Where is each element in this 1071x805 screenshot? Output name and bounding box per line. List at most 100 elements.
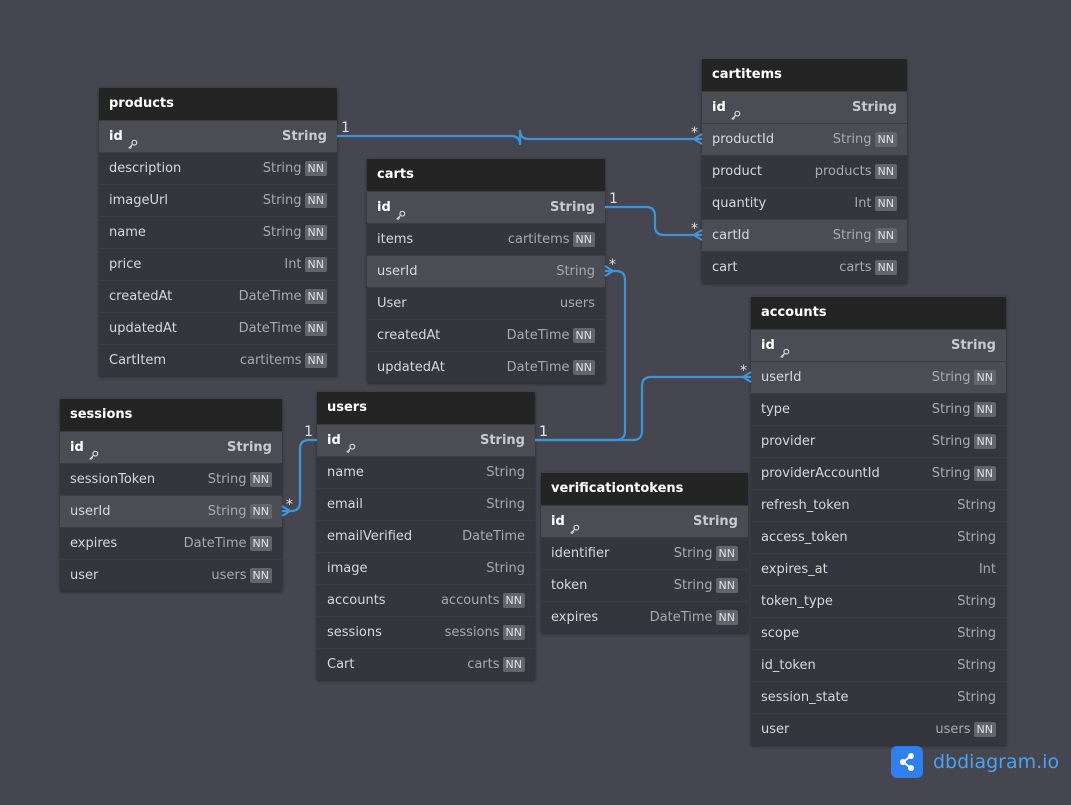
relationship-line[interactable] xyxy=(282,438,317,513)
field-name: CartItem xyxy=(109,345,166,377)
field-row-sessions[interactable]: sessions sessions NN xyxy=(317,616,535,648)
field-row-price[interactable]: price Int NN xyxy=(99,248,337,280)
field-name: expires xyxy=(551,602,598,634)
field-row-session_state[interactable]: session_state String xyxy=(751,681,1006,713)
relationship-1[interactable]: 1* xyxy=(605,191,703,241)
field-row-identifier[interactable]: identifier String NN xyxy=(541,537,748,569)
table-cartitems[interactable]: cartitems id String productId String NN produc… xyxy=(702,59,907,283)
table-accounts[interactable]: accounts id String userId String NN type String… xyxy=(751,297,1006,745)
cardinality-to: * xyxy=(691,125,698,141)
field-row-expires[interactable]: expires DateTime NN xyxy=(60,527,282,559)
field-row-createdAt[interactable]: createdAt DateTime NN xyxy=(99,280,337,312)
not-null-badge: NN xyxy=(249,472,272,487)
field-name: id_token xyxy=(761,650,816,682)
field-row-provider[interactable]: provider String NN xyxy=(751,425,1006,457)
field-type: String NN xyxy=(263,217,327,249)
field-row-name[interactable]: name String xyxy=(317,456,535,488)
field-row-user[interactable]: user users NN xyxy=(751,713,1006,745)
relationship-line[interactable] xyxy=(605,205,702,237)
field-row-type[interactable]: type String NN xyxy=(751,393,1006,425)
field-row-id[interactable]: id String xyxy=(367,191,605,223)
table-header[interactable]: products xyxy=(99,88,337,120)
field-row-updatedAt[interactable]: updatedAt DateTime NN xyxy=(367,351,605,383)
relationship-line[interactable] xyxy=(535,375,751,442)
table-users[interactable]: users id String name String email String emailV… xyxy=(317,392,535,680)
field-row-createdAt[interactable]: createdAt DateTime NN xyxy=(367,319,605,351)
field-name: emailVerified xyxy=(327,521,412,553)
field-row-email[interactable]: email String xyxy=(317,488,535,520)
table-verificationtokens[interactable]: verificationtokens id String identifier Stri… xyxy=(541,473,748,633)
field-row-user[interactable]: user users NN xyxy=(60,559,282,591)
field-row-sessionToken[interactable]: sessionToken String NN xyxy=(60,463,282,495)
field-row-token[interactable]: token String NN xyxy=(541,569,748,601)
field-name-text: email xyxy=(327,496,363,512)
brand-logo[interactable]: dbdiagram.io xyxy=(891,746,1059,778)
field-row-id_token[interactable]: id_token String xyxy=(751,649,1006,681)
field-type-text: Int xyxy=(978,561,996,577)
field-name: name xyxy=(327,457,364,489)
field-row-imageUrl[interactable]: imageUrl String NN xyxy=(99,184,337,216)
field-row-expires[interactable]: expires DateTime NN xyxy=(541,601,748,633)
relationship-4[interactable]: 1* xyxy=(281,424,317,517)
field-row-emailVerified[interactable]: emailVerified DateTime xyxy=(317,520,535,552)
field-row-userId[interactable]: userId String NN xyxy=(751,361,1006,393)
field-name-text: id xyxy=(712,99,726,115)
cardinality-to: * xyxy=(609,257,616,273)
field-row-items[interactable]: items cartitems NN xyxy=(367,223,605,255)
field-row-id[interactable]: id String xyxy=(317,424,535,456)
crows-foot-icon xyxy=(604,265,614,277)
field-row-cart[interactable]: cart carts NN xyxy=(702,251,907,283)
field-row-productId[interactable]: productId String NN xyxy=(702,123,907,155)
field-type: String xyxy=(957,682,996,714)
field-type-text: String xyxy=(957,529,996,545)
table-header[interactable]: accounts xyxy=(751,297,1006,329)
field-row-scope[interactable]: scope String xyxy=(751,617,1006,649)
field-row-product[interactable]: product products NN xyxy=(702,155,907,187)
field-row-refresh_token[interactable]: refresh_token String xyxy=(751,489,1006,521)
table-header[interactable]: carts xyxy=(367,159,605,191)
field-row-providerAccountId[interactable]: providerAccountId String NN xyxy=(751,457,1006,489)
field-row-accounts[interactable]: accounts accounts NN xyxy=(317,584,535,616)
relationship-0[interactable]: 1 * xyxy=(337,120,703,146)
field-row-cartId[interactable]: cartId String NN xyxy=(702,219,907,251)
field-type-text: users xyxy=(935,721,971,737)
field-name: token xyxy=(551,570,587,602)
field-row-quantity[interactable]: quantity Int NN xyxy=(702,187,907,219)
field-type: String xyxy=(957,586,996,618)
field-row-userId[interactable]: userId String NN xyxy=(60,495,282,527)
relationship-line[interactable] xyxy=(337,129,702,146)
field-type: users NN xyxy=(211,560,272,592)
table-products[interactable]: products id String description String NN image… xyxy=(99,88,337,376)
field-row-id[interactable]: id String xyxy=(99,120,337,152)
cardinality-from: 1 xyxy=(304,424,313,440)
table-carts[interactable]: carts id String items cartitems NN userId Strin… xyxy=(367,159,605,383)
field-row-User[interactable]: User users xyxy=(367,287,605,319)
field-type: String xyxy=(486,489,525,521)
field-row-CartItem[interactable]: CartItem cartitems NN xyxy=(99,344,337,376)
field-row-name[interactable]: name String NN xyxy=(99,216,337,248)
field-row-Cart[interactable]: Cart carts NN xyxy=(317,648,535,680)
field-row-access_token[interactable]: access_token String xyxy=(751,521,1006,553)
field-row-id[interactable]: id String xyxy=(702,91,907,123)
field-name: product xyxy=(712,156,762,188)
field-row-token_type[interactable]: token_type String xyxy=(751,585,1006,617)
field-row-image[interactable]: image String xyxy=(317,552,535,584)
field-row-id[interactable]: id String xyxy=(60,431,282,463)
field-row-userId[interactable]: userId String xyxy=(367,255,605,287)
not-null-badge: NN xyxy=(874,196,897,211)
field-row-description[interactable]: description String NN xyxy=(99,152,337,184)
field-name: userId xyxy=(377,256,417,288)
table-header[interactable]: cartitems xyxy=(702,59,907,91)
not-null-badge: NN xyxy=(249,536,272,551)
table-header[interactable]: sessions xyxy=(60,399,282,431)
field-row-id[interactable]: id String xyxy=(541,505,748,537)
not-null-badge: NN xyxy=(973,370,996,385)
key-icon xyxy=(127,131,138,149)
table-sessions[interactable]: sessions id String sessionToken String NN user… xyxy=(60,399,282,591)
field-row-expires_at[interactable]: expires_at Int xyxy=(751,553,1006,585)
field-row-updatedAt[interactable]: updatedAt DateTime NN xyxy=(99,312,337,344)
table-header[interactable]: verificationtokens xyxy=(541,473,748,505)
table-header[interactable]: users xyxy=(317,392,535,424)
field-name-text: type xyxy=(761,401,791,417)
field-row-id[interactable]: id String xyxy=(751,329,1006,361)
